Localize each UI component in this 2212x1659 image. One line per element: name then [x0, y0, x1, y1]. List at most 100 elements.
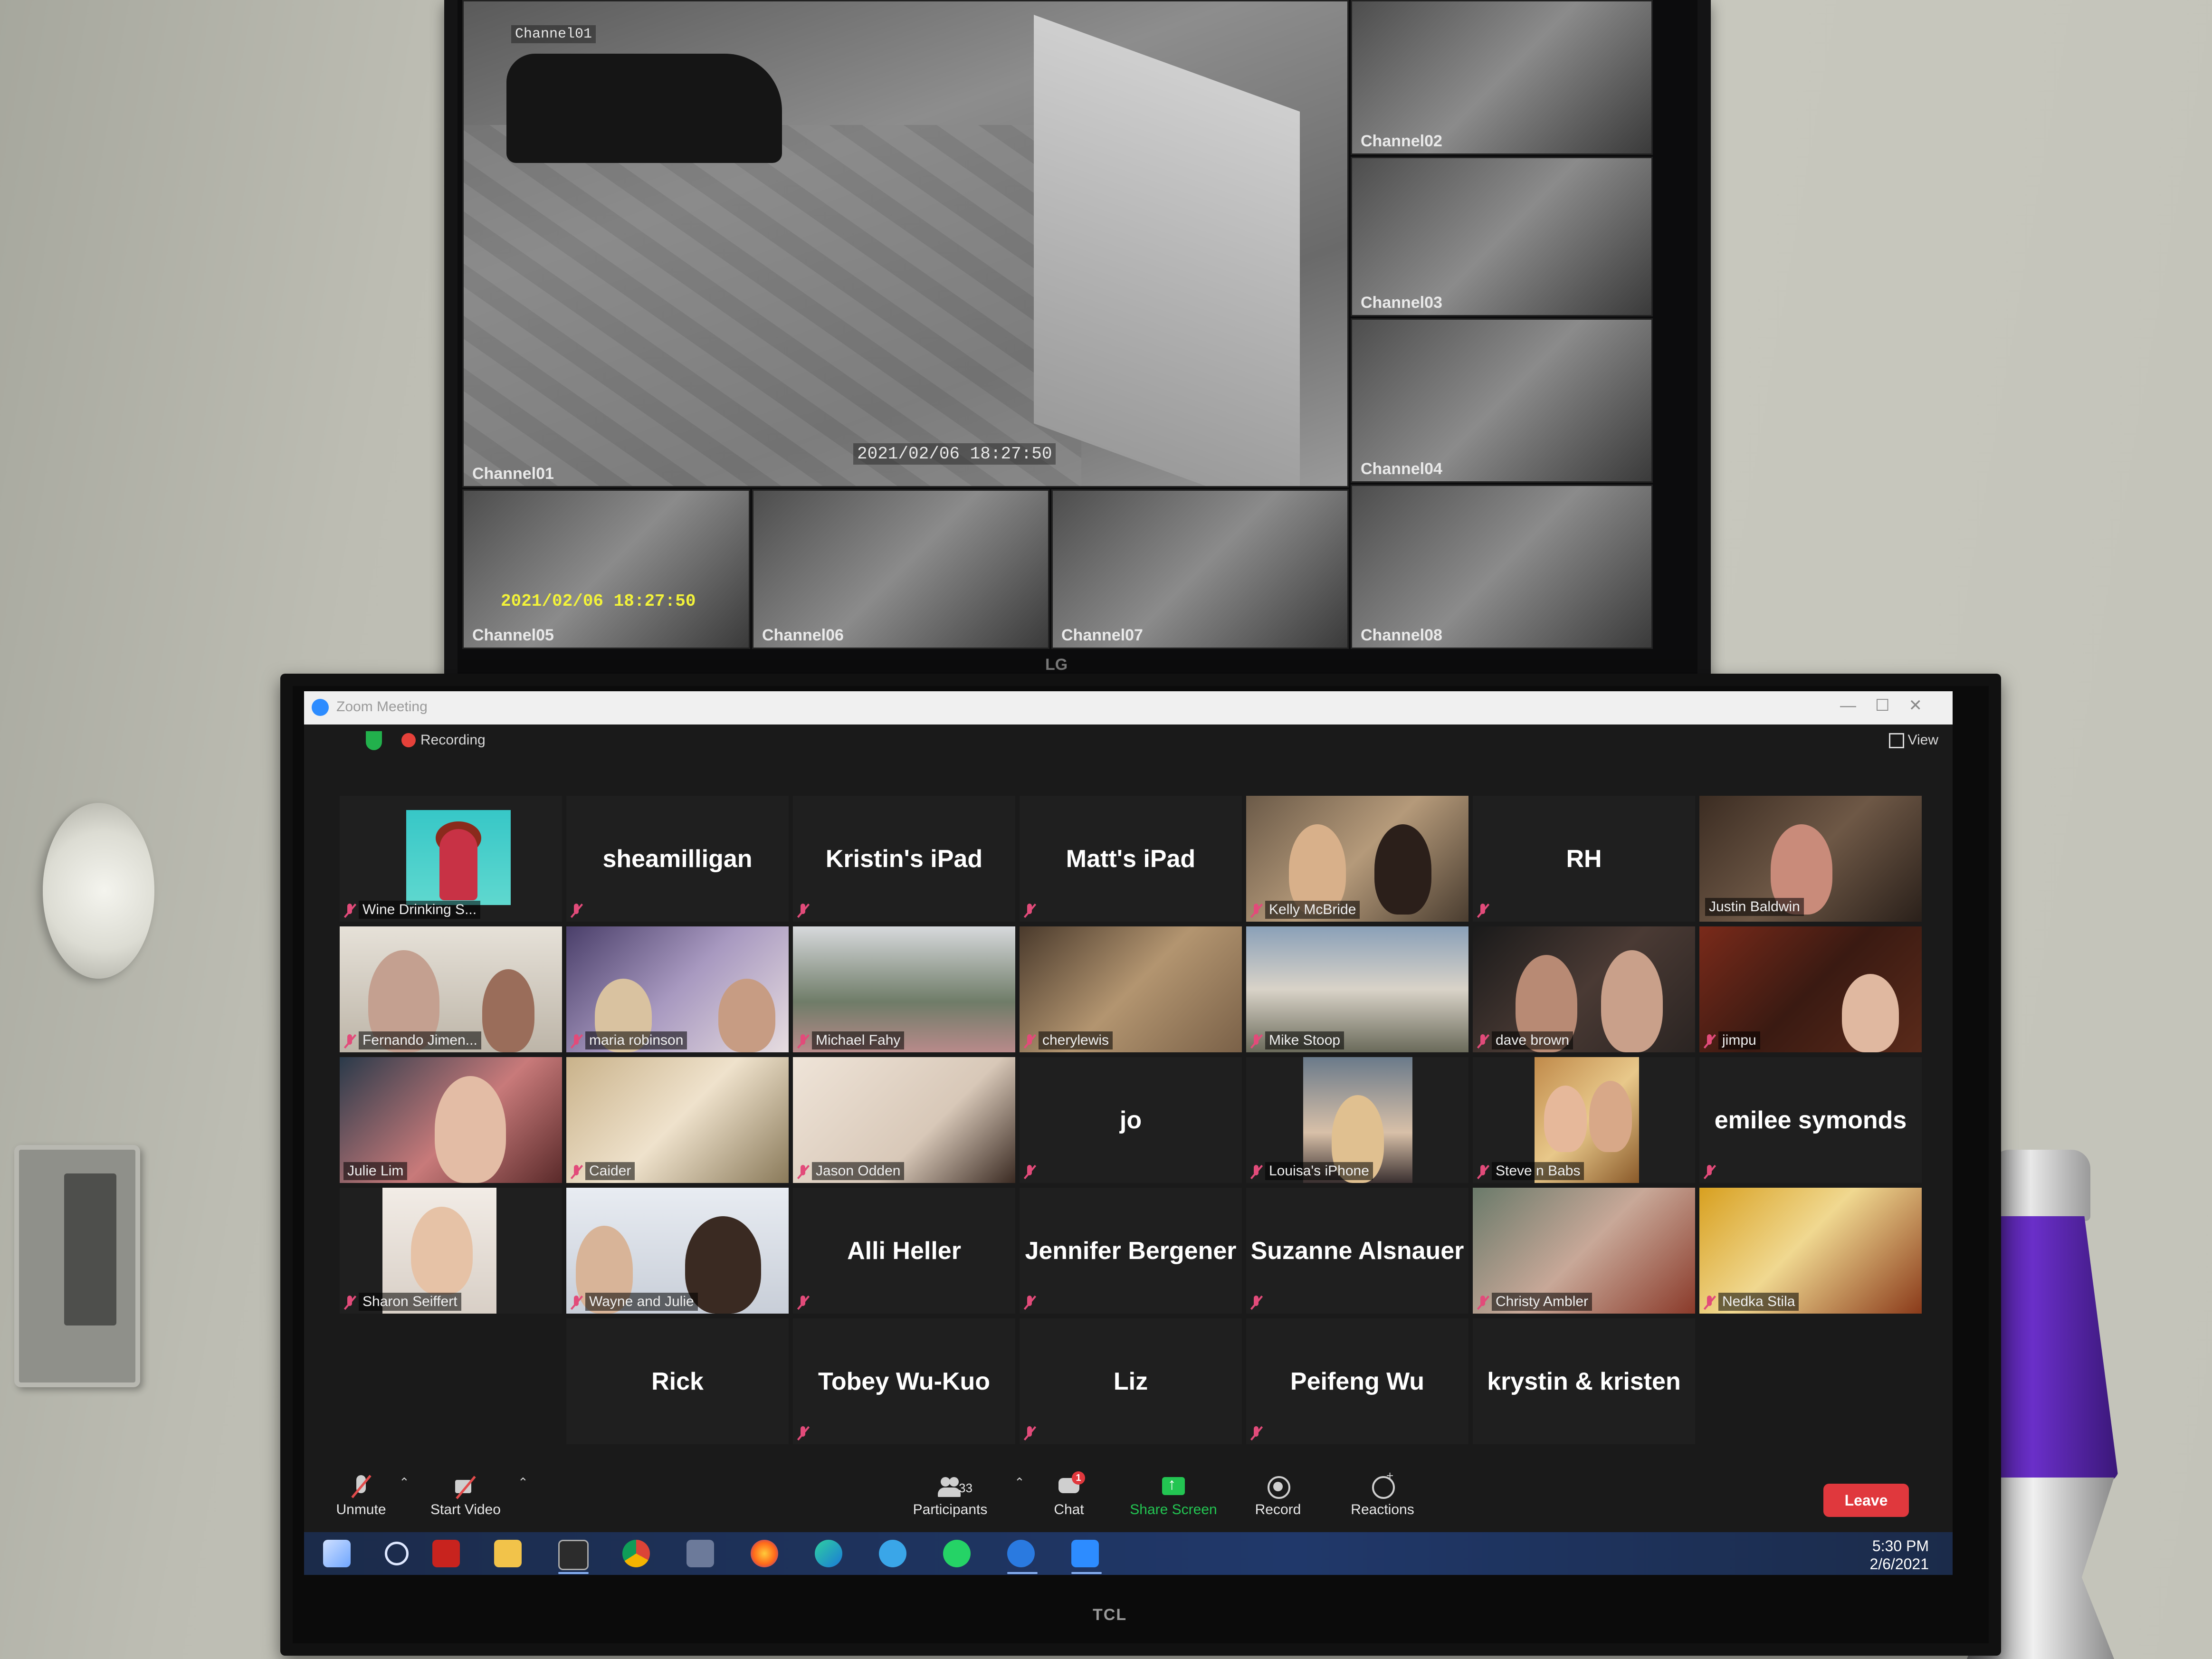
firefox-icon[interactable] [751, 1540, 778, 1567]
participant-tile[interactable]: Suzanne Alsnauer [1246, 1188, 1468, 1314]
audio-options-caret[interactable]: ⌃ [399, 1475, 410, 1490]
chat-button[interactable]: 1 Chat [1021, 1471, 1116, 1526]
file-explorer-icon[interactable] [494, 1540, 522, 1567]
participant-tile[interactable]: Liz [1020, 1318, 1242, 1444]
windows-start-icon[interactable] [323, 1540, 351, 1567]
browser-icon[interactable] [1007, 1540, 1035, 1567]
gallery-view: Wine Drinking S... sheamilligan Kristin'… [340, 796, 1926, 1451]
record-label: Record [1255, 1502, 1301, 1517]
cctv-feed-channel04[interactable]: Channel04 [1351, 318, 1653, 483]
participant-tile[interactable]: Steve n Babs [1473, 1057, 1695, 1183]
participant-tile[interactable]: sheamilligan [566, 796, 789, 922]
filezilla-icon[interactable] [432, 1540, 460, 1567]
cctv-feed-channel08[interactable]: Channel08 [1351, 485, 1653, 649]
participant-name-label: Mike Stoop [1265, 1031, 1344, 1049]
participant-name-label: dave brown [1492, 1031, 1573, 1049]
start-video-button[interactable]: Start Video [418, 1474, 513, 1526]
mic-muted-icon [798, 1034, 808, 1049]
mic-muted-icon [798, 1426, 808, 1440]
participant-tile[interactable]: Wine Drinking S... [340, 796, 562, 922]
search-icon[interactable] [385, 1542, 409, 1565]
chrome-icon[interactable] [622, 1540, 650, 1567]
participant-name: Kristin's iPad [825, 845, 983, 873]
participant-tile[interactable]: Kelly McBride [1246, 796, 1468, 922]
cctv-channel-label: Channel04 [1361, 460, 1442, 478]
participant-tile[interactable]: jimpu [1699, 926, 1922, 1052]
mic-muted-icon [571, 1165, 582, 1179]
participant-tile[interactable]: Tobey Wu-Kuo [793, 1318, 1015, 1444]
reactions-button[interactable]: Reactions [1335, 1468, 1430, 1526]
active-app-indicator [1071, 1572, 1102, 1574]
participant-name-label: Steve n Babs [1492, 1162, 1584, 1180]
cctv-top-label: Channel01 [511, 25, 596, 43]
participant-tile[interactable]: maria robinson [566, 926, 789, 1052]
participant-name-label: maria robinson [585, 1031, 687, 1049]
leave-button[interactable]: Leave [1823, 1484, 1909, 1517]
window-controls[interactable]: —☐✕ [1840, 696, 1941, 715]
cctv-feed-channel02[interactable]: Channel02 [1351, 0, 1653, 155]
cctv-feed-channel07[interactable]: Channel07 [1051, 489, 1349, 649]
participant-tile[interactable]: Sharon Seiffert [340, 1188, 562, 1314]
participant-name-label: cherylewis [1039, 1031, 1113, 1049]
participant-tile[interactable]: Fernando Jimen... [340, 926, 562, 1052]
lg-logo: LG [1045, 656, 1068, 674]
participant-tile[interactable]: cherylewis [1020, 926, 1242, 1052]
participant-tile[interactable]: Peifeng Wu [1246, 1318, 1468, 1444]
unmute-button[interactable]: Unmute [314, 1474, 409, 1526]
cctv-feed-channel05[interactable]: 2021/02/06 18:27:50 Channel05 [462, 489, 750, 649]
participant-tile[interactable]: Caider [566, 1057, 789, 1183]
mic-muted-icon [1251, 1165, 1261, 1179]
participant-name-label: Fernando Jimen... [359, 1031, 481, 1049]
participants-button[interactable]: 33 Participants [903, 1474, 998, 1526]
participant-tile[interactable]: Kristin's iPad [793, 796, 1015, 922]
person [1601, 950, 1663, 1052]
mic-muted-icon [1704, 1296, 1715, 1310]
mic-off-icon [349, 1474, 373, 1499]
participant-tile[interactable]: Rick [566, 1318, 789, 1444]
participant-tile[interactable]: jo [1020, 1057, 1242, 1183]
calculator-icon[interactable] [686, 1540, 714, 1567]
system-clock[interactable]: 5:30 PM 2/6/2021 [1869, 1537, 1929, 1573]
window-titlebar[interactable]: Zoom Meeting —☐✕ [304, 691, 1953, 725]
windows-taskbar: 5:30 PM 2/6/2021 [304, 1532, 1953, 1575]
view-button[interactable]: View [1888, 732, 1938, 749]
participant-tile[interactable]: Matt's iPad [1020, 796, 1242, 922]
participant-tile[interactable]: Nedka Stila [1699, 1188, 1922, 1314]
participant-tile[interactable]: Louisa's iPhone [1246, 1057, 1468, 1183]
cctv-channel-label: Channel05 [472, 626, 554, 644]
participant-tile[interactable]: RH [1473, 796, 1695, 922]
participant-tile[interactable]: Jason Odden [793, 1057, 1015, 1183]
smoke-detector [43, 803, 154, 979]
edge-icon[interactable] [815, 1540, 842, 1567]
participant-name-label: Sharon Seiffert [359, 1293, 461, 1311]
house-wall [1034, 15, 1300, 486]
participant-tile[interactable]: Mike Stoop [1246, 926, 1468, 1052]
shield-icon[interactable] [366, 731, 382, 750]
participant-tile[interactable]: Wayne and Julie [566, 1188, 789, 1314]
participant-name-label: Caider [585, 1162, 635, 1180]
meeting-status-row: Recording View [304, 725, 1953, 758]
participant-tile-active-speaker[interactable]: Justin Baldwin [1699, 796, 1922, 922]
cctv-feed-channel06[interactable]: Channel06 [752, 489, 1049, 649]
cctv-feed-channel01[interactable]: 2021/02/06 18:27:50 Channel01 Channel01 [462, 0, 1349, 487]
cortana-icon[interactable] [879, 1540, 906, 1567]
video-options-caret[interactable]: ⌃ [518, 1475, 528, 1490]
terminal-icon[interactable] [558, 1540, 589, 1570]
participant-tile[interactable]: emilee symonds [1699, 1057, 1922, 1183]
participant-name-label: Wine Drinking S... [359, 901, 481, 919]
participant-tile[interactable]: Christy Ambler [1473, 1188, 1695, 1314]
zoom-icon[interactable] [1071, 1540, 1099, 1567]
chat-label: Chat [1054, 1502, 1084, 1517]
participant-tile[interactable]: Michael Fahy [793, 926, 1015, 1052]
share-screen-button[interactable]: Share Screen [1121, 1474, 1226, 1526]
start-video-label: Start Video [430, 1502, 501, 1517]
participant-tile[interactable]: dave brown [1473, 926, 1695, 1052]
participant-tile[interactable]: Jennifer Bergener [1020, 1188, 1242, 1314]
participant-tile[interactable]: krystin & kristen [1473, 1318, 1695, 1444]
cctv-feed-channel03[interactable]: Channel03 [1351, 157, 1653, 316]
cctv-monitor: 2021/02/06 18:27:50 Channel01 Channel01 … [444, 0, 1711, 697]
participant-tile[interactable]: Julie Lim [340, 1057, 562, 1183]
whatsapp-icon[interactable] [943, 1540, 971, 1567]
participant-tile[interactable]: Alli Heller [793, 1188, 1015, 1314]
record-button[interactable]: Record [1230, 1474, 1325, 1526]
